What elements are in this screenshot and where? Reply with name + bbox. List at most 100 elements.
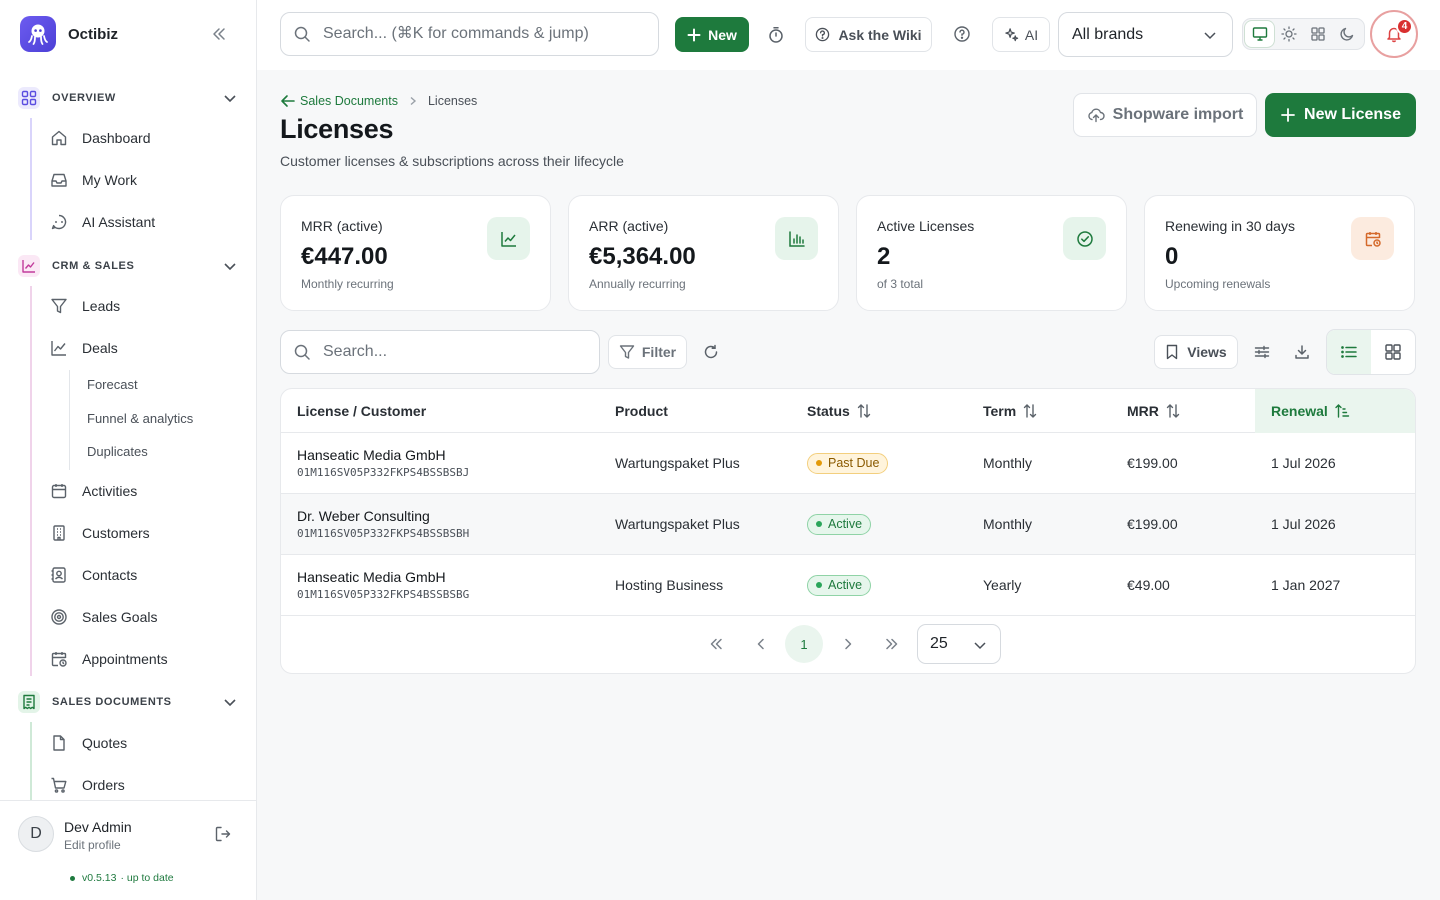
- status-cell: Active: [807, 494, 872, 554]
- logout-icon[interactable]: [214, 825, 232, 843]
- layout-grid-icon[interactable]: [1304, 21, 1333, 47]
- table-search[interactable]: [280, 330, 600, 374]
- sliders-icon[interactable]: [1253, 343, 1271, 361]
- sidebar-item-label: Quotes: [82, 735, 128, 751]
- section-sales-documents[interactable]: SALES DOCUMENTS: [18, 686, 244, 718]
- sidebar-item-dashboard[interactable]: Dashboard: [50, 120, 240, 156]
- column-label: Term: [983, 403, 1017, 419]
- sidebar-item-my-work[interactable]: My Work: [50, 162, 240, 198]
- line-chart-icon: [50, 339, 68, 357]
- page-button-current[interactable]: 1: [785, 625, 823, 663]
- notifications-button[interactable]: 4: [1370, 10, 1418, 58]
- page-size-select[interactable]: 25: [917, 624, 1001, 664]
- license-key: 01M116SV05P332FKPS4BSSBSBH: [297, 527, 470, 540]
- filter-button[interactable]: Filter: [608, 335, 687, 369]
- views-button[interactable]: Views: [1154, 335, 1238, 369]
- sidebar-item-appointments[interactable]: Appointments: [50, 641, 240, 677]
- column-header-mrr[interactable]: MRR: [1127, 389, 1181, 433]
- product-cell: Wartungspaket Plus: [615, 516, 740, 532]
- brand-filter-select[interactable]: All brands: [1058, 12, 1233, 57]
- global-search-input[interactable]: [323, 25, 623, 43]
- sidebar-item-orders[interactable]: Orders: [50, 767, 240, 800]
- brand[interactable]: Octibiz: [20, 16, 118, 52]
- column-header-license-customer[interactable]: License / Customer: [297, 389, 426, 433]
- edit-profile-link[interactable]: Edit profile: [64, 838, 121, 852]
- chevron-down-icon[interactable]: [220, 256, 240, 276]
- sort-icon: [1166, 404, 1180, 418]
- brand-filter-value: All brands: [1072, 25, 1144, 43]
- status-dot: [70, 875, 75, 881]
- column-header-renewal[interactable]: Renewal: [1255, 389, 1415, 433]
- column-header-term[interactable]: Term: [983, 389, 1038, 433]
- breadcrumb-back-link[interactable]: Sales Documents: [280, 93, 398, 109]
- table-row[interactable]: Hanseatic Media GmbH 01M116SV05P332FKPS4B…: [281, 433, 1415, 494]
- section-overview[interactable]: OVERVIEW: [18, 82, 244, 114]
- chevrons-left-icon[interactable]: [697, 625, 735, 663]
- section-label: OVERVIEW: [52, 92, 116, 104]
- chevron-down-icon[interactable]: [220, 692, 240, 712]
- column-header-product[interactable]: Product: [615, 389, 668, 433]
- kpi-sub: Annually recurring: [589, 277, 686, 291]
- table-search-input[interactable]: [323, 343, 599, 361]
- avatar[interactable]: D: [18, 816, 54, 852]
- customer-name[interactable]: Hanseatic Media GmbH: [297, 447, 446, 463]
- page-title: Licenses: [280, 114, 394, 144]
- sidebar-subitem-forecast[interactable]: Forecast: [87, 375, 138, 395]
- shopware-import-label: Shopware import: [1112, 106, 1244, 123]
- table-row[interactable]: Hanseatic Media GmbH 01M116SV05P332FKPS4B…: [281, 555, 1415, 616]
- status-badge: Active: [807, 513, 872, 535]
- sidebar-item-customers[interactable]: Customers: [50, 515, 240, 551]
- new-license-button[interactable]: New License: [1265, 93, 1416, 137]
- chevrons-right-icon[interactable]: [873, 625, 911, 663]
- plus-icon: [1281, 108, 1295, 122]
- status-badge: Active: [807, 574, 872, 596]
- sidebar-item-deals[interactable]: Deals: [50, 330, 240, 366]
- list-view-icon[interactable]: [1327, 330, 1371, 374]
- trend-chart-icon: [487, 217, 530, 260]
- sidebar-item-activities[interactable]: Activities: [50, 473, 240, 509]
- ai-button[interactable]: AI: [992, 17, 1050, 52]
- ask-wiki-button[interactable]: Ask the Wiki: [805, 17, 932, 52]
- profile-name[interactable]: Dev Admin: [64, 819, 132, 835]
- column-label: Renewal: [1271, 403, 1328, 419]
- collapse-sidebar-icon[interactable]: [208, 24, 230, 44]
- monitor-icon[interactable]: [1245, 21, 1275, 47]
- refresh-icon[interactable]: [702, 343, 720, 361]
- trend-chart-icon: [18, 255, 40, 277]
- sidebar-item-sales-goals[interactable]: Sales Goals: [50, 599, 240, 635]
- chevron-right-icon[interactable]: [829, 625, 867, 663]
- receipt-icon: [18, 691, 40, 713]
- customer-name[interactable]: Dr. Weber Consulting: [297, 508, 430, 524]
- chevron-down-icon[interactable]: [220, 88, 240, 108]
- shopware-import-button[interactable]: Shopware import: [1073, 93, 1257, 137]
- moon-icon[interactable]: [1333, 21, 1362, 47]
- timer-icon[interactable]: [765, 24, 787, 46]
- chevron-left-icon[interactable]: [742, 625, 780, 663]
- status-dot: [816, 460, 822, 466]
- grid-view-icon[interactable]: [1371, 330, 1415, 374]
- sidebar-item-label: Activities: [82, 483, 138, 499]
- sidebar-item-label: Deals: [82, 340, 118, 356]
- version-state: · up to date: [120, 872, 174, 884]
- calendar-icon: [50, 482, 68, 500]
- sidebar-subitem-duplicates[interactable]: Duplicates: [87, 442, 148, 462]
- global-search[interactable]: [280, 12, 659, 56]
- sidebar-item-quotes[interactable]: Quotes: [50, 725, 240, 761]
- mrr-cell: €49.00: [1127, 577, 1170, 593]
- cloud-upload-icon: [1087, 108, 1105, 123]
- help-icon[interactable]: [951, 23, 973, 45]
- column-header-status[interactable]: Status: [807, 389, 872, 433]
- sun-icon[interactable]: [1274, 21, 1303, 47]
- download-icon[interactable]: [1293, 343, 1311, 361]
- sidebar: Octibiz OVERVIEW Dashboard My Work AI As…: [0, 0, 257, 900]
- sidebar-subitem-funnel-analytics[interactable]: Funnel & analytics: [87, 409, 193, 429]
- section-crm-sales[interactable]: CRM & SALES: [18, 250, 244, 282]
- new-button[interactable]: New: [675, 17, 749, 52]
- sidebar-item-leads[interactable]: Leads: [50, 288, 240, 324]
- term-cell: Monthly: [983, 455, 1033, 471]
- sidebar-item-contacts[interactable]: Contacts: [50, 557, 240, 593]
- customer-name[interactable]: Hanseatic Media GmbH: [297, 569, 446, 585]
- table-row[interactable]: Dr. Weber Consulting 01M116SV05P332FKPS4B…: [281, 494, 1415, 555]
- table-header: License / Customer Product Status Term M…: [281, 389, 1415, 433]
- sidebar-item-ai-assistant[interactable]: AI Assistant: [50, 204, 240, 240]
